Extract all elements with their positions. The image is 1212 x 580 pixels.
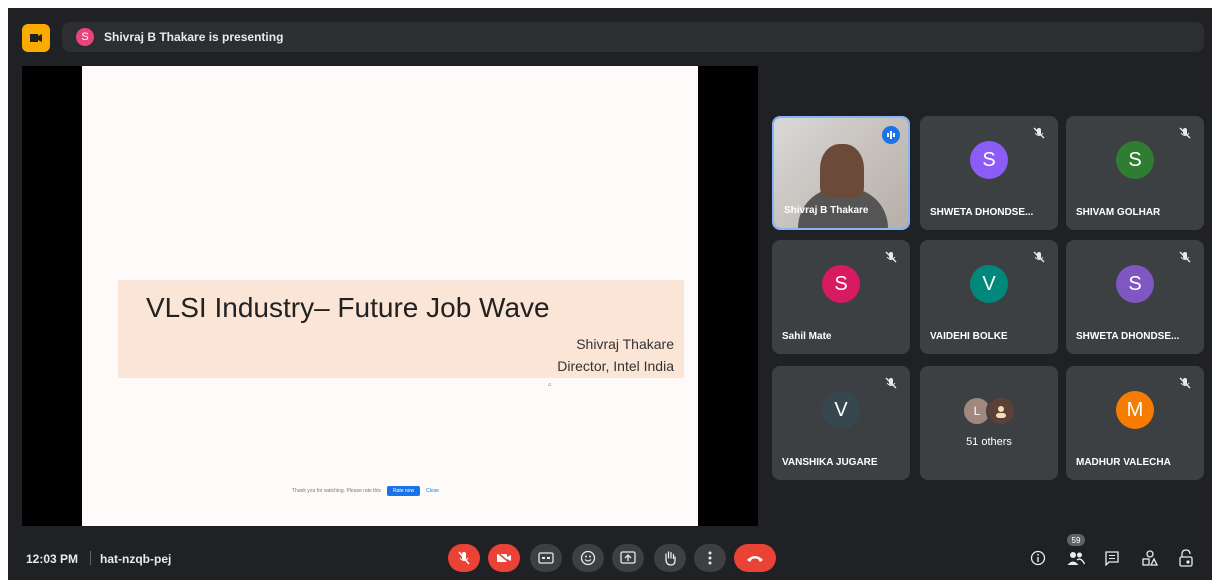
participant-name: VANSHIKA JUGARE [782, 457, 878, 468]
chat-icon [1105, 551, 1119, 566]
mic-off-icon [1179, 127, 1191, 139]
more-vert-icon [708, 551, 712, 565]
slide-notice: Thank you for watching. Please rate this… [292, 484, 492, 498]
presentation-stage[interactable]: VLSI Industry– Future Job Wave Shivraj T… [22, 66, 758, 526]
meeting-code: hat-nzqb-pej [100, 552, 172, 566]
participant-tile[interactable]: S SHIVAM GOLHAR [1066, 116, 1204, 230]
participant-name: Sahil Mate [782, 331, 832, 342]
raise-hand-button[interactable] [654, 544, 686, 572]
participant-name: VAIDEHI BOLKE [930, 331, 1008, 342]
leave-call-button[interactable] [734, 544, 776, 572]
more-options-button[interactable] [694, 544, 726, 572]
participant-name: SHIVAM GOLHAR [1076, 207, 1161, 218]
chat-button[interactable] [1102, 548, 1122, 568]
mic-off-icon [458, 551, 470, 565]
slide-title: VLSI Industry– Future Job Wave [146, 292, 550, 323]
notice-button[interactable]: Rate now [386, 486, 421, 496]
participant-name: Shivraj B Thakare [784, 205, 869, 216]
participant-name: MADHUR VALECHA [1076, 457, 1171, 468]
mic-off-icon [1033, 251, 1045, 263]
mic-off-icon [1179, 377, 1191, 389]
bottom-divider [90, 551, 91, 565]
present-screen-button[interactable] [612, 544, 644, 572]
others-count: 51 others [966, 436, 1012, 448]
participant-tile[interactable]: M MADHUR VALECHA [1066, 366, 1204, 480]
video-person-head [820, 144, 864, 198]
reactions-button[interactable] [572, 544, 604, 572]
frame-top [0, 0, 1212, 8]
participant-avatar: S [1116, 141, 1154, 179]
others-avatar-group: L [962, 396, 1016, 426]
mouse-cursor-icon: ▫ [548, 380, 552, 391]
host-controls-button[interactable] [1176, 548, 1196, 568]
people-button[interactable] [1066, 548, 1086, 568]
slide-author: Shivraj Thakare [576, 336, 674, 352]
notice-text: Thank you for watching. Please rate this [292, 488, 381, 494]
meet-window: S Shivraj B Thakare is presenting VLSI I… [0, 0, 1212, 580]
mic-off-icon [1179, 251, 1191, 263]
mic-toggle-button[interactable] [448, 544, 480, 572]
end-call-icon [747, 556, 763, 562]
participant-name: SHWETA DHONDSE... [930, 207, 1034, 218]
clock-time: 12:03 PM [26, 552, 79, 566]
info-icon [1030, 550, 1046, 566]
notice-close[interactable]: Close [426, 488, 439, 494]
participant-tile[interactable]: S SHWETA DHONDSE... [920, 116, 1058, 230]
mic-off-icon [1033, 127, 1045, 139]
mic-off-icon [885, 251, 897, 263]
participant-avatar: V [970, 265, 1008, 303]
emoji-icon [580, 550, 596, 566]
captions-button[interactable] [530, 544, 562, 572]
lock-person-icon [1179, 549, 1193, 567]
participant-avatar: S [822, 265, 860, 303]
others-tile[interactable]: L 51 others [920, 366, 1058, 480]
participant-tile[interactable]: V VAIDEHI BOLKE [920, 240, 1058, 354]
participant-name: SHWETA DHONDSE... [1076, 331, 1180, 342]
participant-avatar: S [970, 141, 1008, 179]
presenting-label: Shivraj B Thakare is presenting [104, 30, 284, 44]
slide: VLSI Industry– Future Job Wave Shivraj T… [82, 66, 698, 526]
frame-left [0, 0, 8, 580]
participant-avatar: V [822, 391, 860, 429]
present-icon [620, 551, 636, 564]
camera-toggle-button[interactable] [488, 544, 520, 572]
hand-icon [665, 551, 676, 566]
meeting-info-button[interactable] [1028, 548, 1048, 568]
person-icon [996, 406, 1006, 418]
participant-tile[interactable]: S Sahil Mate [772, 240, 910, 354]
people-count-badge: 59 [1067, 534, 1085, 546]
activities-icon [1142, 550, 1158, 566]
participant-tile[interactable]: V VANSHIKA JUGARE [772, 366, 910, 480]
meet-app-badge-icon[interactable] [22, 24, 50, 52]
participant-avatar: S [1116, 265, 1154, 303]
slide-role: Director, Intel India [557, 358, 674, 374]
activities-button[interactable] [1140, 548, 1160, 568]
speaking-indicator-icon [882, 126, 900, 144]
people-icon [1067, 552, 1085, 565]
participant-avatar: M [1116, 391, 1154, 429]
camera-off-icon [496, 551, 512, 565]
presenter-avatar: S [76, 28, 94, 46]
participant-tile-video[interactable]: Shivraj B Thakare [772, 116, 910, 230]
participant-avatar [986, 396, 1016, 426]
mic-off-icon [885, 377, 897, 389]
participant-tile[interactable]: S SHWETA DHONDSE... [1066, 240, 1204, 354]
captions-icon [538, 552, 554, 564]
